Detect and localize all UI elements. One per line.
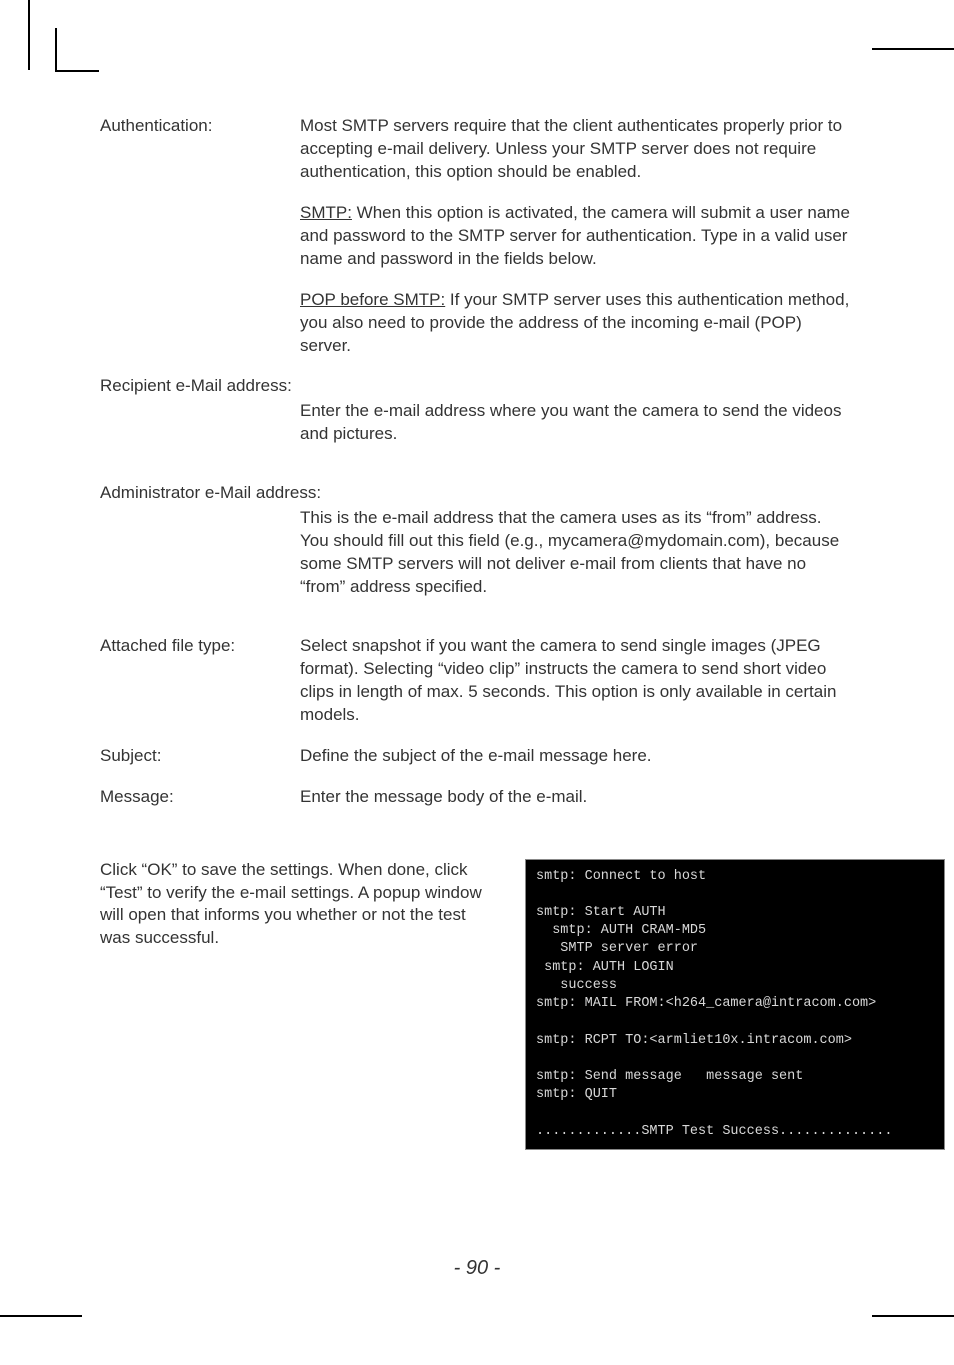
definition-text: Enter the message body of the e-mail.: [300, 786, 854, 809]
definition-label: Attached file type:: [100, 635, 300, 727]
definition-lead: POP before SMTP:: [300, 290, 445, 309]
definition-text: POP before SMTP: If your SMTP server use…: [300, 289, 854, 358]
definition-label: Subject:: [100, 745, 300, 768]
definition-label: Message:: [100, 786, 300, 809]
crop-mark-top-left-v: [0, 0, 30, 70]
definition-text: This is the e-mail address that the came…: [300, 507, 854, 599]
crop-mark-bottom-right: [872, 1315, 954, 1365]
page-number: - 90 -: [0, 1257, 954, 1280]
definition-label: Administrator e-Mail address:: [100, 482, 854, 505]
definition-text: Enter the e-mail address where you want …: [300, 400, 854, 446]
crop-mark-top-right: [872, 0, 954, 50]
test-instruction-paragraph: Click “OK” to save the settings. When do…: [100, 859, 495, 1150]
definition-text: Most SMTP servers require that the clien…: [300, 115, 854, 184]
definition-label: Recipient e-Mail address:: [100, 375, 854, 398]
smtp-test-terminal-output: smtp: Connect to host smtp: Start AUTH s…: [525, 859, 945, 1150]
definition-text: SMTP: When this option is activated, the…: [300, 202, 854, 271]
definition-label: Authentication:: [100, 115, 300, 357]
definition-lead: SMTP:: [300, 203, 352, 222]
definition-text: Define the subject of the e-mail message…: [300, 745, 854, 768]
crop-mark-bottom-left: [0, 1315, 82, 1365]
definition-text: Select snapshot if you want the camera t…: [300, 635, 854, 727]
crop-mark-top-left: [55, 28, 99, 72]
